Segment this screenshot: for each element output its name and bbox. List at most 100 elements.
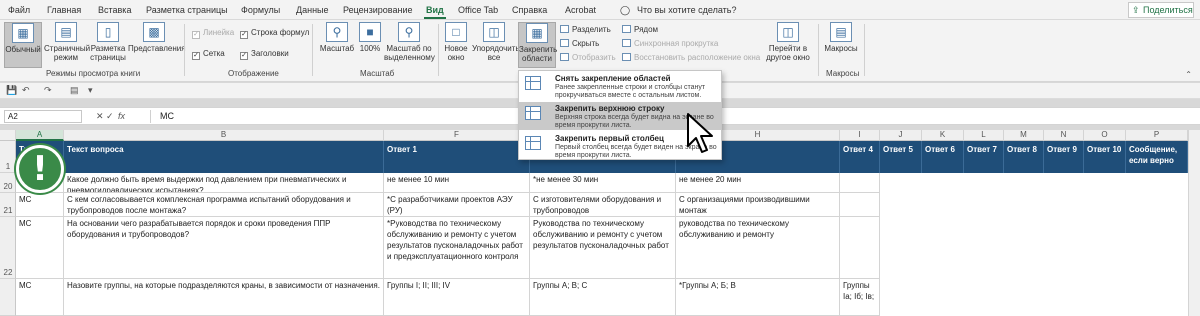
tab-file[interactable]: Файл: [8, 5, 30, 15]
sync-scroll-button[interactable]: Синхронная прокрутка: [622, 39, 718, 48]
freeze-panes-button[interactable]: ▦ Закрепить области: [518, 22, 557, 68]
normal-view-button[interactable]: ▦ Обычный: [4, 22, 42, 68]
table-cell[interactable]: не менее 20 мин: [676, 173, 840, 193]
arrange-all-button[interactable]: ◫ Упорядочить все: [472, 22, 520, 68]
unhide-icon: [560, 53, 569, 61]
header-cell-j[interactable]: Ответ 5: [880, 141, 922, 173]
print-preview-icon[interactable]: ▤: [70, 85, 79, 96]
header-cell-k[interactable]: Ответ 6: [922, 141, 964, 173]
unhide-button[interactable]: Отобразить: [560, 53, 616, 62]
collapse-ribbon-icon[interactable]: ⌃: [1185, 70, 1192, 79]
undo-icon[interactable]: ↶: [22, 85, 30, 96]
table-cell[interactable]: С кем согласовывается комплексная програ…: [64, 193, 384, 217]
formula-bar-checkbox[interactable]: ✓ Строка формул: [240, 28, 309, 39]
row-header-23[interactable]: [0, 279, 16, 316]
tab-view[interactable]: Вид: [424, 5, 446, 19]
reset-position-button[interactable]: Восстановить расположение окна: [622, 53, 760, 62]
tab-data[interactable]: Данные: [296, 5, 329, 15]
tab-home[interactable]: Главная: [47, 5, 81, 15]
fx-icon[interactable]: fx: [118, 111, 125, 121]
column-header-m[interactable]: M: [1004, 130, 1044, 141]
page-break-view-button[interactable]: ▤ Страничный режим: [44, 22, 90, 68]
table-cell[interactable]: Группы Ia; Iб; Iв;: [840, 279, 880, 316]
select-all-corner[interactable]: [0, 130, 16, 141]
column-header-p[interactable]: P: [1126, 130, 1188, 141]
new-window-button[interactable]: □ Новое окно: [442, 22, 470, 68]
tab-formulas[interactable]: Формулы: [241, 5, 280, 15]
table-cell[interactable]: не менее 10 мин: [384, 173, 530, 193]
gridlines-checkbox[interactable]: ✓ Сетка: [192, 49, 225, 60]
header-cell-b[interactable]: Текст вопроса: [64, 141, 384, 173]
reset-position-icon: [622, 53, 631, 61]
table-cell[interactable]: *Группы А; Б; В: [676, 279, 840, 316]
column-header-f[interactable]: F: [384, 130, 530, 141]
enter-icon[interactable]: ✓: [106, 111, 114, 122]
tab-insert[interactable]: Вставка: [98, 5, 131, 15]
custom-views-button[interactable]: ▩ Представления: [128, 22, 186, 68]
table-cell[interactable]: Какое должно быть время выдержки под дав…: [64, 173, 384, 193]
column-header-b[interactable]: B: [64, 130, 384, 141]
row-header-22[interactable]: 22: [0, 217, 16, 279]
redo-icon[interactable]: ↷: [44, 85, 52, 96]
tab-review[interactable]: Рецензирование: [343, 5, 413, 15]
column-header-k[interactable]: K: [922, 130, 964, 141]
table-cell[interactable]: Группы А; В; С: [530, 279, 676, 316]
name-box[interactable]: A2: [4, 110, 82, 123]
table-cell[interactable]: Назовите группы, на которые подразделяют…: [64, 279, 384, 316]
zoom-100-button[interactable]: ■ 100%: [358, 22, 382, 68]
save-icon[interactable]: 💾: [6, 85, 17, 96]
table-cell[interactable]: Руководства по техническому обслуживанию…: [530, 217, 676, 279]
cancel-icon[interactable]: ✕: [96, 111, 104, 122]
column-header-l[interactable]: L: [964, 130, 1004, 141]
zoom-button[interactable]: ⚲ Масштаб: [318, 22, 356, 68]
macros-button[interactable]: ▤ Макросы: [822, 22, 860, 68]
column-header-n[interactable]: N: [1044, 130, 1084, 141]
switch-windows-button[interactable]: ◫ Перейти в другое окно: [762, 22, 814, 68]
row-header-1[interactable]: 1: [0, 141, 16, 173]
ruler-checkbox[interactable]: ✓ Линейка: [192, 28, 234, 39]
zoom-selection-button[interactable]: ⚲ Масштаб по выделенному: [384, 22, 435, 68]
header-cell-f[interactable]: Ответ 1: [384, 141, 530, 173]
tab-acrobat[interactable]: Acrobat: [565, 5, 596, 15]
table-cell[interactable]: С организациями производившими монтаж: [676, 193, 840, 217]
formula-input[interactable]: МС: [160, 111, 174, 121]
row-header-20[interactable]: 20: [0, 173, 16, 193]
header-cell-l[interactable]: Ответ 7: [964, 141, 1004, 173]
table-cell[interactable]: [840, 217, 880, 279]
table-cell[interactable]: [840, 193, 880, 217]
page-layout-view-button[interactable]: ▯ Разметка страницы: [90, 22, 126, 68]
unfreeze-panes-item[interactable]: Снять закрепление областей Ранее закрепл…: [519, 72, 721, 100]
table-cell[interactable]: На основании чего разрабатывается порядо…: [64, 217, 384, 279]
customize-qat-icon[interactable]: ▾: [88, 85, 93, 96]
table-cell[interactable]: *С разработчиками проектов АЭУ (РУ): [384, 193, 530, 217]
table-cell[interactable]: [840, 173, 880, 193]
split-button[interactable]: Разделить: [560, 25, 611, 34]
table-cell[interactable]: *Руководства по техническому обслуживани…: [384, 217, 530, 279]
header-cell-o[interactable]: Ответ 10: [1084, 141, 1126, 173]
table-cell[interactable]: С изготовителями оборудования и трубопро…: [530, 193, 676, 217]
tab-page-layout[interactable]: Разметка страницы: [146, 5, 228, 15]
header-cell-m[interactable]: Ответ 8: [1004, 141, 1044, 173]
column-header-j[interactable]: J: [880, 130, 922, 141]
header-cell-p[interactable]: Сообщение, если верно: [1126, 141, 1188, 173]
table-cell[interactable]: МС: [16, 217, 64, 279]
tell-me-search[interactable]: Что вы хотите сделать?: [637, 5, 737, 15]
table-cell[interactable]: МС: [16, 279, 64, 316]
tab-office-tab[interactable]: Office Tab: [458, 5, 498, 15]
header-cell-n[interactable]: Ответ 9: [1044, 141, 1084, 173]
share-button[interactable]: Поделиться: [1128, 2, 1194, 18]
header-cell-i[interactable]: Ответ 4: [840, 141, 880, 173]
column-header-o[interactable]: O: [1084, 130, 1126, 141]
side-by-side-button[interactable]: Рядом: [622, 25, 658, 34]
column-header-i[interactable]: I: [840, 130, 880, 141]
tab-help[interactable]: Справка: [512, 5, 547, 15]
table-cell[interactable]: Группы I; II; III; IV: [384, 279, 530, 316]
row-header-21[interactable]: 21: [0, 193, 16, 217]
hide-button[interactable]: Скрыть: [560, 39, 599, 48]
table-cell[interactable]: руководства по техническому обслуживанию…: [676, 217, 840, 279]
headings-checkbox[interactable]: ✓ Заголовки: [240, 49, 289, 60]
vertical-scrollbar[interactable]: [1188, 130, 1200, 316]
table-cell[interactable]: *не менее 30 мин: [530, 173, 676, 193]
table-cell[interactable]: МС: [16, 193, 64, 217]
column-header-a[interactable]: A: [16, 130, 64, 141]
